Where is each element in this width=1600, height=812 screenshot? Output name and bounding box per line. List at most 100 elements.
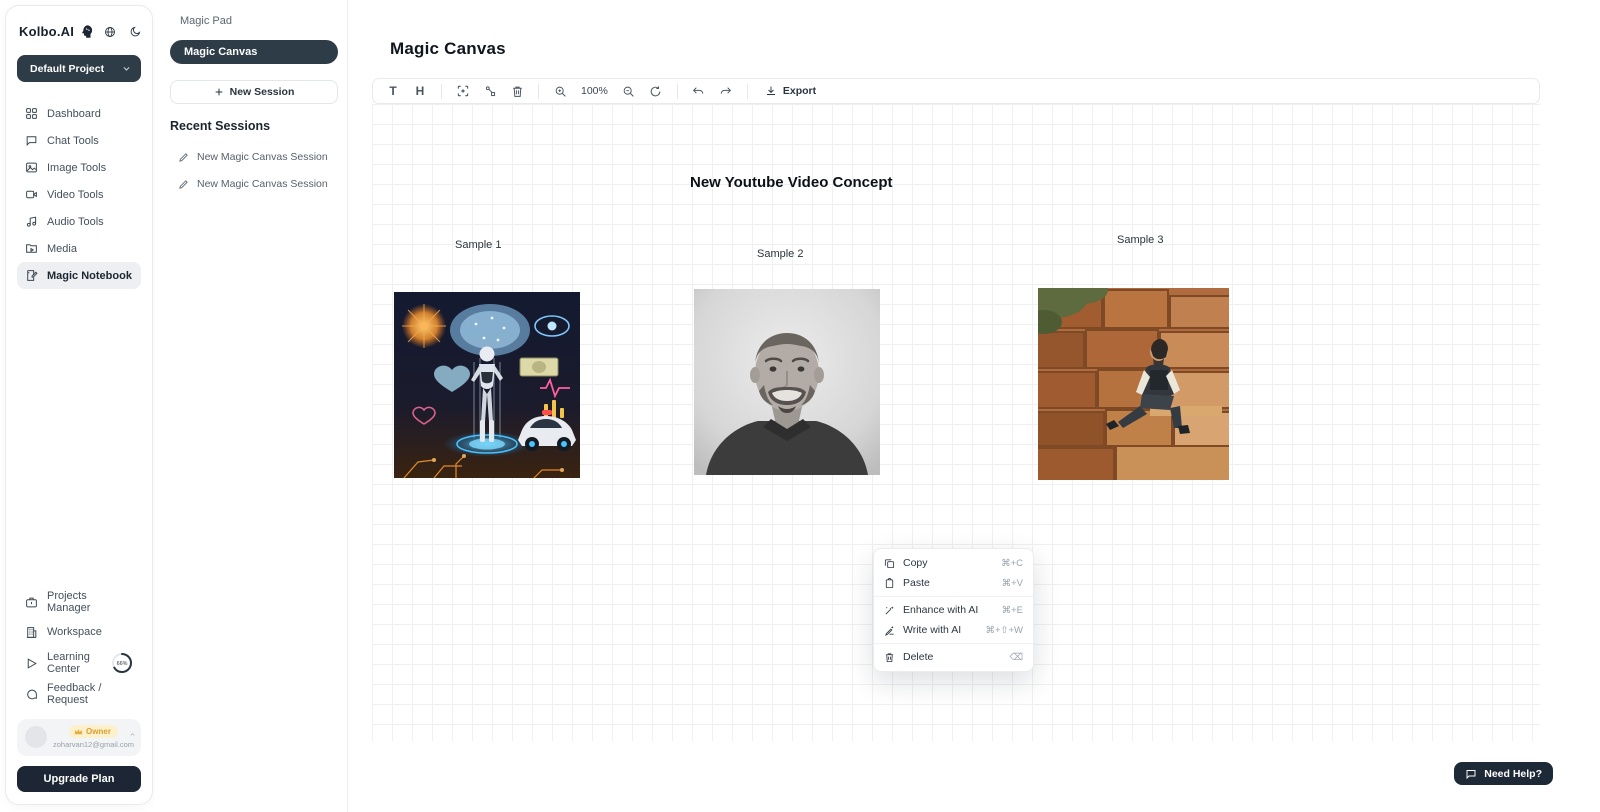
sidebar-item-label: Learning Center	[47, 651, 102, 675]
logo-row: Kolbo.AI	[17, 20, 141, 39]
project-selector[interactable]: Default Project	[17, 55, 141, 82]
canvas-toolbar: T H 100% Export	[372, 78, 1540, 104]
crown-icon	[74, 728, 83, 736]
context-menu-label: Delete	[903, 651, 1002, 663]
context-menu-shortcut: ⌘+⇧+W	[985, 625, 1023, 636]
context-menu-item-copy[interactable]: Copy ⌘+C	[874, 553, 1033, 573]
sidebar-item-media[interactable]: Media	[17, 235, 141, 262]
context-menu-item-enhance-ai[interactable]: Enhance with AI ⌘+E	[874, 600, 1033, 620]
video-icon	[25, 188, 38, 201]
need-help-label: Need Help?	[1484, 768, 1542, 780]
play-circle-icon	[25, 657, 38, 670]
chat-icon	[25, 134, 38, 147]
recent-sessions-heading: Recent Sessions	[170, 119, 270, 133]
sidebar-item-audio-tools[interactable]: Audio Tools	[17, 208, 141, 235]
context-menu-label: Paste	[903, 577, 994, 589]
text-tool-button[interactable]: T	[383, 81, 403, 101]
context-menu-label: Write with AI	[903, 624, 977, 636]
need-help-button[interactable]: Need Help?	[1454, 762, 1553, 785]
zoom-in-button[interactable]	[550, 81, 570, 101]
context-menu-divider	[874, 643, 1033, 644]
session-label: New Magic Canvas Session	[197, 151, 328, 163]
context-menu-item-delete[interactable]: Delete ⌫	[874, 647, 1033, 667]
owner-badge-label: Owner	[86, 727, 111, 736]
dashboard-icon	[25, 107, 38, 120]
sample-1-image[interactable]	[394, 292, 580, 478]
session-list-item[interactable]: New Magic Canvas Session	[178, 178, 328, 190]
building-icon	[25, 626, 38, 639]
sidebar-item-magic-notebook[interactable]: Magic Notebook	[17, 262, 141, 289]
context-menu-shortcut: ⌘+V	[1002, 578, 1023, 589]
zoom-out-button[interactable]	[619, 81, 639, 101]
sample-2-label[interactable]: Sample 2	[757, 248, 803, 260]
rotate-icon	[649, 85, 662, 98]
moon-icon[interactable]	[129, 26, 141, 38]
user-email: zoharvan12@gmail.com	[53, 740, 134, 749]
sidebar-item-label: Projects Manager	[47, 590, 133, 614]
sample-3-label[interactable]: Sample 3	[1117, 234, 1163, 246]
project-selector-label: Default Project	[30, 63, 104, 75]
session-label: New Magic Canvas Session	[197, 178, 328, 190]
tab-magic-canvas[interactable]: Magic Canvas	[170, 40, 338, 64]
connector-icon	[484, 85, 497, 98]
sidebar-item-label: Dashboard	[47, 108, 101, 120]
audio-icon	[25, 215, 38, 228]
zoom-in-icon	[554, 85, 567, 98]
sidebar-item-workspace[interactable]: Workspace	[17, 617, 141, 647]
canvas-heading[interactable]: New Youtube Video Concept	[690, 174, 893, 191]
sidebar-item-label: Chat Tools	[47, 135, 99, 147]
chevron-up-icon	[129, 731, 136, 738]
sidebar-item-learning-center[interactable]: Learning Center 66%	[17, 647, 141, 679]
left-sidebar: Kolbo.AI Default Project Dashboard Chat …	[5, 5, 153, 805]
feedback-bubble-icon	[25, 688, 38, 701]
ai-select-button[interactable]	[453, 81, 473, 101]
undo-icon	[692, 85, 705, 98]
context-menu-item-paste[interactable]: Paste ⌘+V	[874, 573, 1033, 593]
undo-button[interactable]	[689, 81, 709, 101]
sidebar-item-feedback[interactable]: Feedback / Request	[17, 679, 141, 709]
copy-icon	[884, 558, 895, 569]
brain-head-icon	[79, 24, 94, 39]
sidebar-item-dashboard[interactable]: Dashboard	[17, 100, 141, 127]
redo-button[interactable]	[716, 81, 736, 101]
connector-button[interactable]	[480, 81, 500, 101]
reset-rotation-button[interactable]	[646, 81, 666, 101]
globe-icon[interactable]	[104, 26, 116, 38]
page-title: Magic Canvas	[390, 39, 506, 59]
delete-tool-button[interactable]	[507, 81, 527, 101]
tab-magic-pad[interactable]: Magic Pad	[180, 15, 232, 27]
heading-tool-button[interactable]: H	[410, 81, 430, 101]
plus-icon	[214, 87, 224, 97]
export-button[interactable]: Export	[759, 85, 822, 97]
magic-canvas-area[interactable]: New Youtube Video Concept Sample 1 Sampl…	[372, 104, 1540, 741]
export-label: Export	[783, 85, 816, 97]
sessions-panel: Magic Pad Magic Canvas New Session Recen…	[155, 0, 348, 812]
context-menu-label: Copy	[903, 557, 993, 569]
learning-progress-ring: 66%	[111, 652, 133, 674]
sidebar-item-video-tools[interactable]: Video Tools	[17, 181, 141, 208]
session-list-item[interactable]: New Magic Canvas Session	[178, 151, 328, 163]
upgrade-plan-button[interactable]: Upgrade Plan	[17, 766, 141, 792]
image-icon	[25, 161, 38, 174]
sidebar-item-label: Magic Notebook	[47, 270, 132, 282]
paste-icon	[884, 578, 895, 589]
trash-icon	[884, 652, 895, 663]
zoom-level[interactable]: 100%	[577, 85, 612, 97]
sample-1-label[interactable]: Sample 1	[455, 239, 501, 251]
media-icon	[25, 242, 38, 255]
context-menu-item-write-ai[interactable]: Write with AI ⌘+⇧+W	[874, 620, 1033, 640]
sample-3-image[interactable]	[1038, 288, 1229, 480]
download-icon	[765, 85, 777, 97]
user-card[interactable]: Owner zoharvan12@gmail.com	[17, 719, 141, 756]
pencil-icon	[178, 179, 189, 190]
sidebar-item-label: Video Tools	[47, 189, 103, 201]
new-session-button[interactable]: New Session	[170, 80, 338, 104]
context-menu-shortcut: ⌘+C	[1001, 558, 1023, 569]
context-menu-shortcut: ⌫	[1010, 652, 1023, 663]
sidebar-item-projects-manager[interactable]: Projects Manager	[17, 587, 141, 617]
sidebar-item-label: Audio Tools	[47, 216, 104, 228]
sidebar-item-chat-tools[interactable]: Chat Tools	[17, 127, 141, 154]
sample-2-image[interactable]	[694, 289, 880, 475]
sidebar-item-image-tools[interactable]: Image Tools	[17, 154, 141, 181]
zoom-out-icon	[622, 85, 635, 98]
